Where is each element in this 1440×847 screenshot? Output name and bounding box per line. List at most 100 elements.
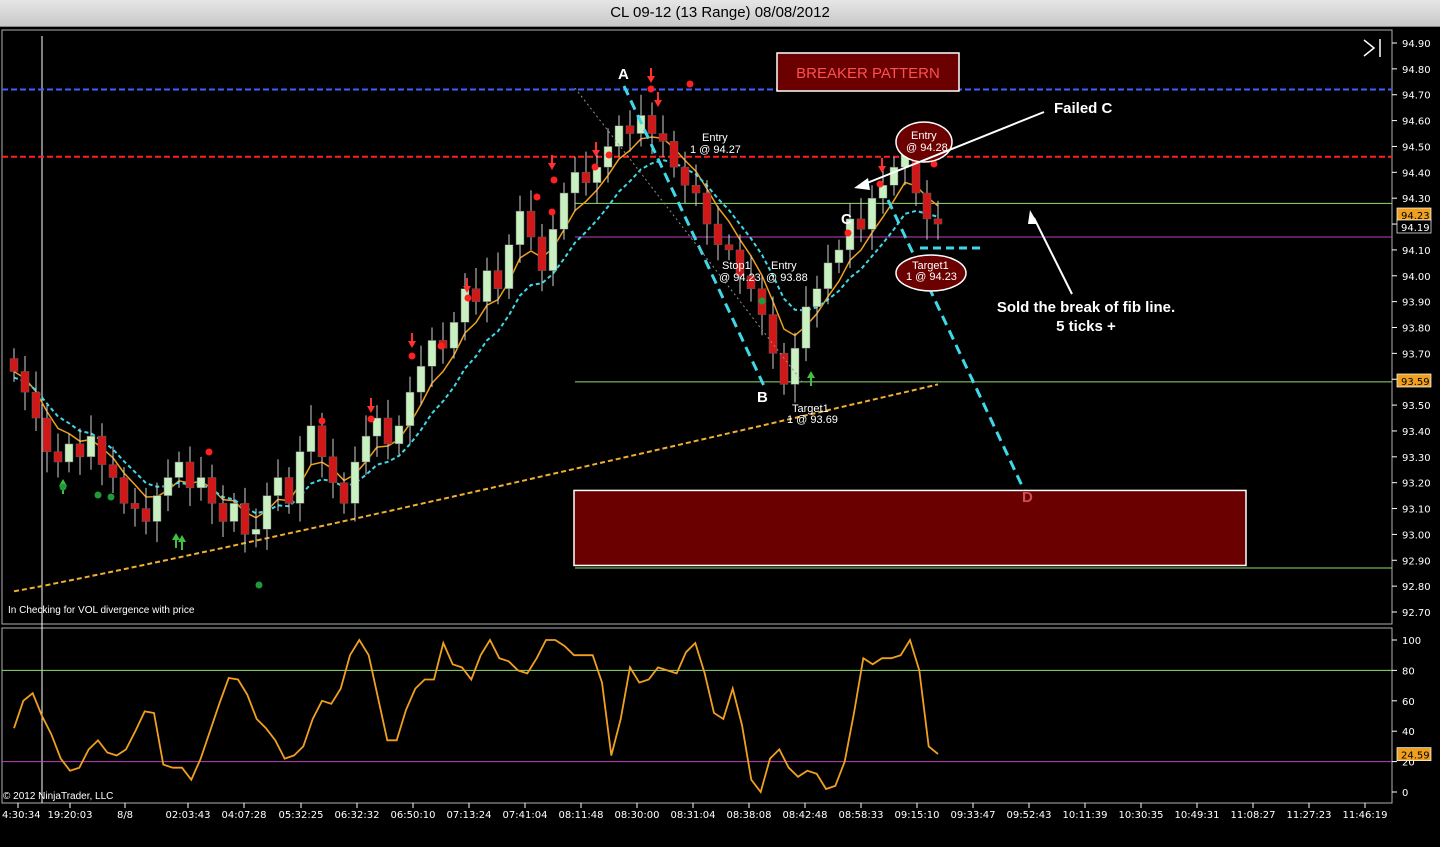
- price-tick-label: 92.90: [1402, 556, 1431, 567]
- candle-body: [570, 172, 580, 194]
- time-tick-label: 10:30:35: [1119, 810, 1164, 821]
- signal-dot-red: [591, 163, 599, 171]
- candle-body: [20, 371, 30, 393]
- candle-body: [856, 218, 866, 230]
- candle-body: [922, 192, 932, 220]
- copyright-text: © 2012 NinjaTrader, LLC: [3, 791, 113, 802]
- candle-body: [493, 270, 503, 289]
- candle-body: [229, 503, 239, 522]
- candle-body: [669, 141, 679, 168]
- point-c-label: C: [841, 211, 852, 228]
- price-tick-label: 92.70: [1402, 608, 1431, 619]
- candle-body: [218, 503, 228, 522]
- candle-body: [526, 210, 536, 238]
- trade-entry-2-label: Entry: [771, 260, 797, 272]
- signal-dot-red: [844, 229, 852, 237]
- candle-body: [119, 477, 129, 504]
- candle-body: [889, 166, 899, 186]
- candle-body: [515, 210, 525, 245]
- candle-body: [339, 482, 349, 504]
- price-tick-label: 94.00: [1402, 272, 1431, 283]
- candle-body: [361, 435, 371, 463]
- trade-entry-1-label: Entry: [702, 132, 728, 144]
- price-tick-label: 94.90: [1402, 39, 1431, 50]
- time-tick-label: 4:30:34: [2, 810, 41, 821]
- candle-body: [372, 417, 382, 437]
- price-tick-label: 93.40: [1402, 427, 1431, 438]
- indicator-tick-label: 80: [1402, 666, 1415, 677]
- candle-body: [581, 172, 591, 183]
- time-tick-label: 09:33:47: [951, 810, 996, 821]
- trade-entry-2-detail: @ 93.88: [766, 272, 808, 284]
- time-tick-label: 10:11:39: [1063, 810, 1108, 821]
- candle-body: [460, 288, 470, 323]
- candle-body: [834, 249, 844, 264]
- point-a-label: A: [618, 66, 629, 83]
- price-tick-label: 94.30: [1402, 194, 1431, 205]
- candle-body: [185, 461, 195, 489]
- candle-body: [75, 443, 85, 458]
- candle-body: [801, 306, 811, 349]
- signal-dot-red: [464, 294, 472, 302]
- time-tick-label: 06:50:10: [391, 810, 436, 821]
- candle-body: [284, 477, 294, 504]
- price-marker-label: 93.59: [1401, 377, 1430, 388]
- price-tick-label: 94.10: [1402, 246, 1431, 257]
- candle-body: [262, 495, 272, 530]
- candle-body: [625, 125, 635, 134]
- candle-body: [812, 288, 822, 308]
- indicator-tick-label: 100: [1402, 636, 1421, 647]
- trade-target-2-detail: 1 @ 94.23: [906, 271, 957, 283]
- candle-body: [482, 270, 492, 302]
- candle-body: [31, 391, 41, 419]
- time-tick-label: 08:31:04: [671, 810, 716, 821]
- candle-body: [163, 477, 173, 496]
- candle-body: [152, 495, 162, 522]
- time-tick-label: 11:27:23: [1287, 810, 1332, 821]
- candle-body: [240, 503, 250, 535]
- signal-dot-red: [548, 208, 556, 216]
- candle-body: [471, 288, 481, 302]
- time-tick-label: 08:38:08: [727, 810, 772, 821]
- candle-body: [548, 228, 558, 271]
- candle-body: [768, 314, 778, 354]
- candle-body: [383, 417, 393, 445]
- candle-body: [394, 425, 404, 445]
- trade-entry-3-label: Entry: [911, 130, 937, 142]
- time-tick-label: 8/8: [117, 810, 133, 821]
- scroll-to-end-icon[interactable]: [1360, 38, 1384, 58]
- time-tick-label: 05:32:25: [279, 810, 324, 821]
- signal-dot-red: [318, 417, 326, 425]
- price-tick-label: 94.40: [1402, 168, 1431, 179]
- price-tick-label: 94.70: [1402, 91, 1431, 102]
- candle-body: [405, 391, 415, 427]
- signal-dot-green: [255, 581, 263, 589]
- price-chart[interactable]: 94.9094.8094.7094.6094.5094.4094.3094.20…: [0, 26, 1440, 847]
- candle-body: [350, 461, 360, 504]
- time-tick-label: 06:32:32: [335, 810, 380, 821]
- trade-stop-label: Stop1: [722, 260, 751, 272]
- candle-body: [614, 125, 624, 147]
- signal-dot-green: [59, 483, 67, 491]
- signal-dot-red: [876, 180, 884, 188]
- signal-dot-red: [550, 176, 558, 184]
- candle-body: [86, 435, 96, 458]
- indicator-current-label: 24.59: [1401, 751, 1430, 762]
- signal-dot-red: [533, 193, 541, 201]
- candle-body: [658, 133, 668, 142]
- target-zone-box: [573, 489, 1247, 567]
- candle-body: [504, 244, 514, 289]
- price-tick-label: 93.90: [1402, 298, 1431, 309]
- candle-body: [9, 358, 19, 372]
- indicator-tick-label: 60: [1402, 697, 1415, 708]
- candle-body: [306, 425, 316, 452]
- signal-dot-green: [107, 493, 115, 501]
- candle-body: [251, 528, 261, 535]
- price-tick-label: 93.00: [1402, 530, 1431, 541]
- candle-body: [680, 166, 690, 186]
- signal-dot-red: [605, 151, 613, 159]
- candle-body: [427, 340, 437, 367]
- trade-entry-1-detail: 1 @ 94.27: [690, 144, 741, 156]
- candle-body: [295, 451, 305, 504]
- price-tick-label: 93.50: [1402, 401, 1431, 412]
